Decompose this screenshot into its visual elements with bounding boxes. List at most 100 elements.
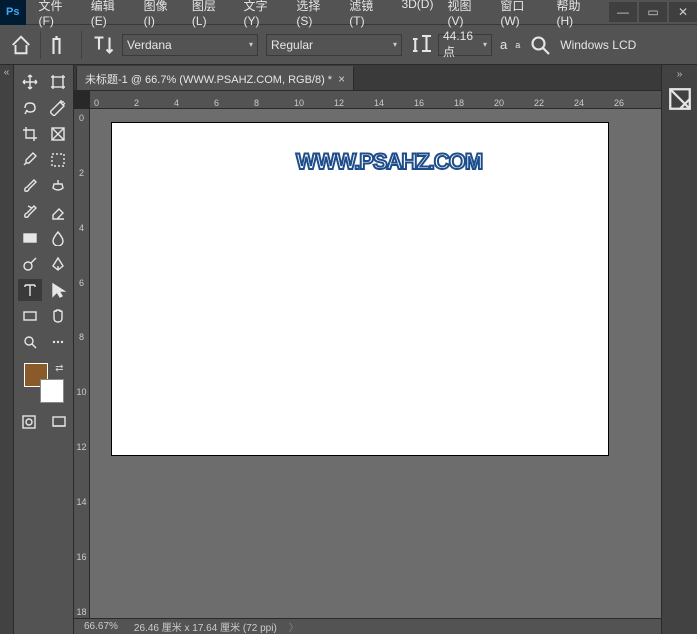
ruler-tick: 8 [254, 98, 294, 108]
frame-tool[interactable] [46, 123, 70, 145]
ruler-tick: 4 [79, 223, 84, 250]
menu-filter[interactable]: 滤镜(T) [342, 0, 394, 32]
eyedropper-tool[interactable] [18, 149, 42, 171]
font-style-select[interactable]: Regular ▾ [266, 34, 402, 56]
mask-mode-group [17, 411, 71, 433]
right-rail: » [661, 65, 697, 634]
expand-icon[interactable]: « [4, 67, 10, 78]
type-tool[interactable] [18, 279, 42, 301]
menu-window[interactable]: 窗口(W) [493, 0, 549, 32]
title-bar: Ps 文件(F) 编辑(E) 图像(I) 图层(L) 文字(Y) 选择(S) 滤… [0, 0, 697, 25]
search-icon[interactable] [528, 33, 552, 57]
menu-view[interactable]: 视图(V) [440, 0, 493, 32]
canvas-text-layer[interactable]: WWW.PSAHZ.COM [296, 149, 482, 175]
edit-toolbar-button[interactable] [46, 331, 70, 353]
ruler-tick: 0 [79, 113, 84, 140]
menu-image[interactable]: 图像(I) [137, 0, 185, 32]
ruler-tick: 22 [534, 98, 574, 108]
path-selection-tool[interactable] [46, 279, 70, 301]
chevron-down-icon: ▾ [249, 40, 253, 49]
canvas[interactable]: WWW.PSAHZ.COM [112, 123, 608, 455]
background-color[interactable] [40, 379, 64, 403]
tool-preset-button[interactable] [49, 33, 73, 57]
crop-tool[interactable] [18, 123, 42, 145]
ruler-tick: 4 [174, 98, 214, 108]
minimize-button[interactable]: — [609, 2, 637, 22]
ruler-horizontal[interactable]: 02468101214161820222426 [90, 91, 661, 109]
ruler-tick: 26 [614, 98, 654, 108]
dodge-tool[interactable] [18, 253, 42, 275]
document-dimensions[interactable]: 26.46 厘米 x 17.64 厘米 (72 ppi) [130, 619, 281, 634]
history-brush-tool[interactable] [18, 201, 42, 223]
ruler-tick: 18 [454, 98, 494, 108]
lasso-tool[interactable] [18, 97, 42, 119]
document-tab-label: 未标题-1 @ 66.7% (WWW.PSAHZ.COM, RGB/8) * [85, 71, 332, 87]
document-tab[interactable]: 未标题-1 @ 66.7% (WWW.PSAHZ.COM, RGB/8) * × [76, 66, 354, 90]
blur-tool[interactable] [46, 227, 70, 249]
menu-select[interactable]: 选择(S) [289, 0, 342, 32]
main-area: « ⇄ [0, 65, 697, 634]
hand-tool[interactable] [46, 305, 70, 327]
document-tabs: 未标题-1 @ 66.7% (WWW.PSAHZ.COM, RGB/8) * × [74, 65, 661, 91]
menu-file[interactable]: 文件(F) [32, 0, 84, 32]
menu-layer[interactable]: 图层(L) [185, 0, 237, 32]
ruler-tick: 10 [294, 98, 334, 108]
marquee-tool[interactable] [46, 149, 70, 171]
ruler-tick: 8 [79, 332, 84, 359]
ruler-tick: 20 [494, 98, 534, 108]
document-area: 未标题-1 @ 66.7% (WWW.PSAHZ.COM, RGB/8) * ×… [74, 65, 661, 634]
tool-panel: ⇄ [14, 65, 74, 634]
ruler-vertical[interactable]: 024681012141618 [74, 109, 90, 634]
ruler-tick: 2 [134, 98, 174, 108]
home-icon[interactable] [10, 34, 32, 56]
quick-mask-button[interactable] [17, 411, 41, 433]
font-size-select[interactable]: 44.16 点 ▾ [438, 34, 492, 56]
ruler-tick: 2 [79, 168, 84, 195]
font-size-group: 44.16 点 ▾ [410, 33, 492, 57]
font-family-select[interactable]: Verdana ▾ [122, 34, 258, 56]
artboard-tool[interactable] [46, 71, 70, 93]
screen-mode-button[interactable] [47, 411, 71, 433]
window-controls: — ▭ ✕ [603, 2, 697, 22]
menu-type[interactable]: 文字(Y) [237, 0, 290, 32]
font-size-icon[interactable] [410, 33, 434, 57]
brush-tool[interactable] [18, 175, 42, 197]
main-menu: 文件(F) 编辑(E) 图像(I) 图层(L) 文字(Y) 选择(S) 滤镜(T… [32, 0, 604, 32]
anti-alias-mode-label[interactable]: Windows LCD [560, 38, 636, 52]
pen-tool[interactable] [46, 253, 70, 275]
chevron-down-icon: ▾ [483, 40, 487, 49]
zoom-tool[interactable] [18, 331, 42, 353]
move-tool[interactable] [18, 71, 42, 93]
ruler-tick: 6 [79, 278, 84, 305]
ruler-tick: 6 [214, 98, 254, 108]
menu-edit[interactable]: 编辑(E) [84, 0, 137, 32]
maximize-button[interactable]: ▭ [639, 2, 667, 22]
zoom-level[interactable]: 66.67% [80, 621, 122, 632]
clone-stamp-tool[interactable] [46, 175, 70, 197]
chevron-down-icon: ▾ [393, 40, 397, 49]
ruler-tick: 14 [374, 98, 414, 108]
tab-close-icon[interactable]: × [338, 72, 345, 86]
ruler-tick: 24 [574, 98, 614, 108]
eraser-tool[interactable] [46, 201, 70, 223]
menu-3d[interactable]: 3D(D) [394, 0, 440, 32]
expand-icon[interactable]: » [677, 69, 683, 80]
gradient-tool[interactable] [18, 227, 42, 249]
left-rail: « [0, 65, 14, 634]
magic-wand-tool[interactable] [46, 97, 70, 119]
color-swatches: ⇄ [24, 363, 64, 403]
swap-colors-icon[interactable]: ⇄ [55, 363, 63, 374]
rectangle-tool[interactable] [18, 305, 42, 327]
panel-button[interactable] [667, 88, 693, 110]
close-button[interactable]: ✕ [669, 2, 697, 22]
status-caret-icon[interactable]: 〉 [289, 619, 299, 634]
separator [40, 31, 41, 59]
ruler-tick: 16 [414, 98, 454, 108]
ruler-tick: 0 [94, 98, 134, 108]
canvas-surface[interactable]: WWW.PSAHZ.COM [90, 109, 661, 618]
anti-alias-label-small: a [515, 40, 520, 50]
status-bar: 66.67% 26.46 厘米 x 17.64 厘米 (72 ppi) 〉 [74, 618, 661, 634]
ruler-tick: 16 [76, 552, 86, 579]
menu-help[interactable]: 帮助(H) [549, 0, 603, 32]
text-orientation-button[interactable] [90, 33, 114, 57]
